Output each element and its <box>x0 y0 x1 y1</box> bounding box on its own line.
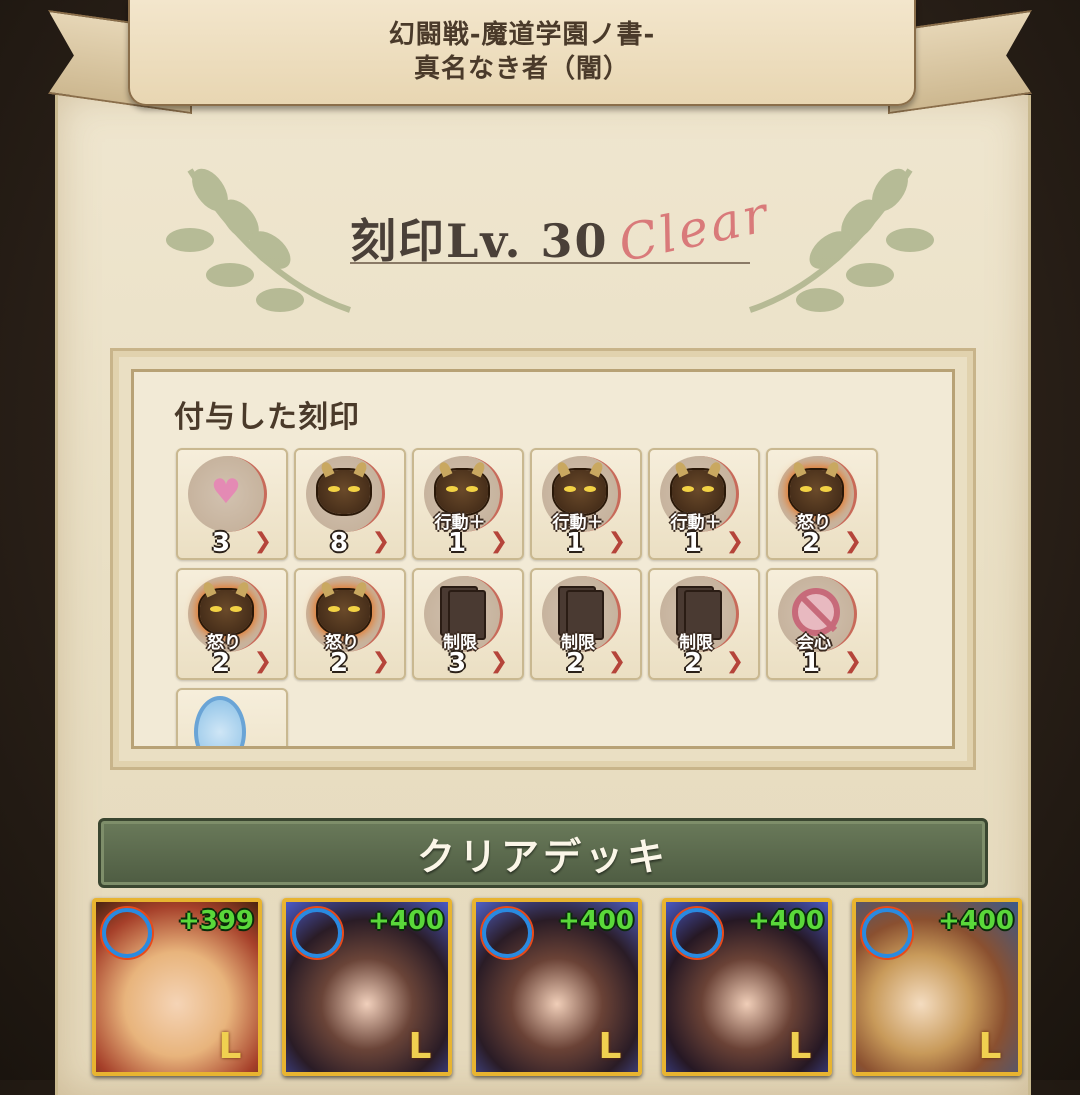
chevron-right-icon: ❯ <box>489 649 508 674</box>
element-orb-icon <box>862 908 912 958</box>
seal-count: 3 <box>447 648 467 678</box>
seal-count: 1 <box>447 528 467 558</box>
element-orb-icon <box>102 908 152 958</box>
chevron-right-icon: ❯ <box>253 529 272 554</box>
chevron-right-icon: ❯ <box>253 649 272 674</box>
seal-tile[interactable]: 制限 2 ❯ <box>530 568 642 680</box>
chevron-right-icon: ❯ <box>607 649 626 674</box>
rarity-l-icon: L <box>788 1026 812 1067</box>
seal-count: 2 <box>329 648 349 678</box>
quest-banner: 幻闘戦-魔道学園ノ書- 真名なき者（闇） <box>128 0 916 106</box>
blue-sigil-icon <box>194 696 246 746</box>
seal-tile[interactable]: 会心 1 ❯ <box>766 568 878 680</box>
deck-card[interactable]: +400 L <box>282 898 452 1076</box>
rarity-l-icon: L <box>218 1026 242 1067</box>
sword-heart-debuff-icon: ♥ <box>210 472 242 512</box>
chevron-right-icon: ❯ <box>843 529 862 554</box>
clear-deck-header: クリアデッキ <box>98 818 988 888</box>
seal-tile[interactable]: ♥ 3 ❯ <box>176 448 288 560</box>
seal-count: 1 <box>565 528 585 558</box>
deck-card[interactable]: +400 L <box>662 898 832 1076</box>
quest-title: 幻闘戦-魔道学園ノ書- <box>388 20 656 50</box>
deck-card[interactable]: +399 L <box>92 898 262 1076</box>
seal-grid: ♥ 3 ❯ 8 ❯ 行動＋ 1 ❯ 行動＋ 1 ❯ 行動＋ 1 ❯ 怒り 2 ❯… <box>176 448 878 746</box>
rarity-l-icon: L <box>978 1026 1002 1067</box>
seal-tile[interactable]: 8 ❯ <box>294 448 406 560</box>
chevron-right-icon: ❯ <box>607 529 626 554</box>
element-orb-icon <box>292 908 342 958</box>
rarity-l-icon: L <box>598 1026 622 1067</box>
element-orb-icon <box>672 908 722 958</box>
deck-card[interactable]: +400 L <box>472 898 642 1076</box>
seal-tile[interactable] <box>176 688 288 746</box>
clear-deck-row: +399 L +400 L +400 L +400 L +400 L <box>92 898 1022 1076</box>
card-plus-value: +400 <box>937 906 1014 936</box>
seal-count: 3 <box>211 528 231 558</box>
seal-tile[interactable]: 行動＋ 1 ❯ <box>530 448 642 560</box>
seal-count: 2 <box>683 648 703 678</box>
seal-count: 2 <box>565 648 585 678</box>
seal-count: 2 <box>801 528 821 558</box>
seal-tile[interactable]: 制限 3 ❯ <box>412 568 524 680</box>
rarity-l-icon: L <box>408 1026 432 1067</box>
chevron-right-icon: ❯ <box>725 649 744 674</box>
clear-deck-title: クリアデッキ <box>416 834 669 879</box>
level-underline <box>350 262 750 264</box>
laurel-left-icon <box>166 168 351 313</box>
applied-seals-title: 付与した刻印 <box>174 400 360 435</box>
seal-count: 2 <box>211 648 231 678</box>
quest-subtitle: 真名なき者（闇） <box>413 54 630 84</box>
demon-heart-buff-icon <box>318 466 370 518</box>
seal-tile[interactable]: 行動＋ 1 ❯ <box>648 448 760 560</box>
chevron-right-icon: ❯ <box>725 529 744 554</box>
applied-seals-panel: 付与した刻印 ♥ 3 ❯ 8 ❯ 行動＋ 1 ❯ 行動＋ 1 ❯ 行動＋ 1 ❯… <box>110 348 976 770</box>
chevron-right-icon: ❯ <box>371 649 390 674</box>
deck-card[interactable]: +400 L <box>852 898 1022 1076</box>
card-plus-value: +400 <box>557 906 634 936</box>
chevron-right-icon: ❯ <box>843 649 862 674</box>
seal-count: 1 <box>683 528 703 558</box>
applied-seals-inner[interactable]: 付与した刻印 ♥ 3 ❯ 8 ❯ 行動＋ 1 ❯ 行動＋ 1 ❯ 行動＋ 1 ❯… <box>131 369 955 749</box>
card-plus-value: +399 <box>177 906 254 936</box>
seal-count: 1 <box>801 648 821 678</box>
seal-tile[interactable]: 行動＋ 1 ❯ <box>412 448 524 560</box>
card-plus-value: +400 <box>747 906 824 936</box>
chevron-right-icon: ❯ <box>371 529 390 554</box>
seal-tile[interactable]: 制限 2 ❯ <box>648 568 760 680</box>
element-orb-icon <box>482 908 532 958</box>
seal-tile[interactable]: 怒り 2 ❯ <box>176 568 288 680</box>
card-plus-value: +400 <box>367 906 444 936</box>
seal-count: 8 <box>329 528 349 558</box>
chevron-right-icon: ❯ <box>489 529 508 554</box>
seal-tile[interactable]: 怒り 2 ❯ <box>766 448 878 560</box>
seal-tile[interactable]: 怒り 2 ❯ <box>294 568 406 680</box>
